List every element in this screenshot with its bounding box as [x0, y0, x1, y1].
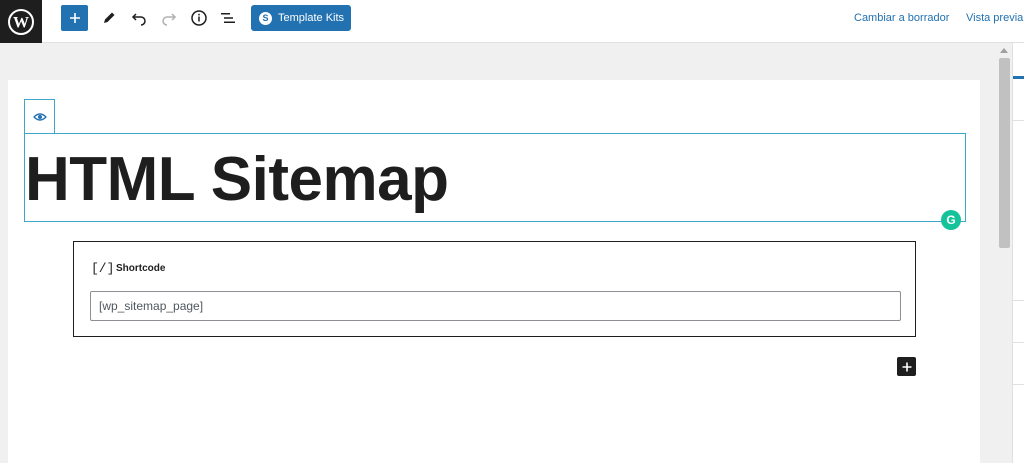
editor-toolbar: W S Template Kits Cambiar a borrador Vis… [0, 0, 1024, 43]
add-block-button[interactable] [61, 5, 88, 31]
sidebar-divider [1013, 342, 1024, 343]
svg-text:W: W [13, 14, 29, 31]
tools-button[interactable] [98, 7, 120, 29]
template-kits-button[interactable]: S Template Kits [251, 5, 351, 31]
sidebar-divider [1013, 120, 1024, 121]
scroll-up-arrow-icon[interactable] [1000, 48, 1008, 53]
preview-link[interactable]: Vista previa [966, 12, 1023, 24]
plus-icon [902, 362, 911, 371]
undo-icon [131, 13, 146, 26]
shortcode-icon: [/] [91, 261, 115, 276]
title-block[interactable]: HTML Sitemap [24, 133, 966, 222]
shortcode-input[interactable]: [wp_sitemap_page] [90, 291, 901, 321]
eye-icon [32, 113, 47, 121]
list-view-button[interactable] [217, 7, 239, 29]
details-button[interactable] [188, 7, 210, 29]
wordpress-logo-icon[interactable]: W [0, 0, 42, 43]
switch-to-draft-link[interactable]: Cambiar a borrador [854, 12, 949, 24]
page-title[interactable]: HTML Sitemap [25, 144, 449, 215]
redo-icon [162, 13, 177, 26]
grammarly-icon[interactable]: G [941, 210, 961, 230]
list-view-icon [221, 13, 235, 23]
scrollbar-thumb[interactable] [999, 58, 1010, 248]
shortcode-block[interactable]: [/] Shortcode [wp_sitemap_page] [73, 241, 916, 337]
block-inserter-button[interactable] [897, 357, 916, 376]
block-visibility-toggle[interactable] [24, 99, 55, 134]
sidebar-divider [1013, 300, 1024, 301]
template-kits-label: Template Kits [278, 12, 345, 24]
sidebar-active-tab-indicator [1013, 76, 1024, 79]
undo-button[interactable] [128, 7, 150, 29]
redo-button[interactable] [158, 7, 180, 29]
shortcode-label: Shortcode [116, 263, 166, 274]
info-icon [191, 10, 207, 26]
plus-icon [69, 13, 80, 23]
settings-sidebar-edge [1012, 43, 1024, 463]
sidebar-divider [1013, 384, 1024, 385]
pencil-icon [104, 12, 115, 23]
template-kits-icon: S [259, 11, 272, 25]
